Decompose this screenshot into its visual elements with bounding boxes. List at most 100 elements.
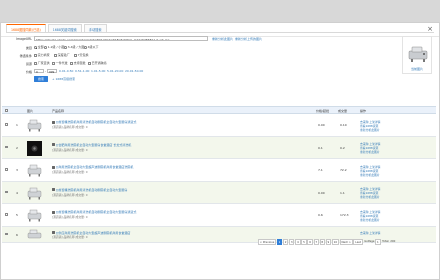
- source-tabs: 1688图搜同款(已选) 1688关键词搜索 手动搜索: [6, 24, 109, 32]
- product-sub: [源店铺] 品牌名称 成交量: 0: [52, 147, 88, 152]
- price-to-input[interactable]: 999: [47, 68, 57, 74]
- row-checkbox[interactable]: [5, 232, 8, 236]
- product-title[interactable]: []前置桶洗碗机商用清洗机自动刷碗机全自动大型厨房: [52, 188, 127, 192]
- price-range-3[interactable]: 1.01-5.00: [91, 69, 105, 73]
- search-form: ImageURL https://cbu01.alicdn.com/img/ib…: [6, 35, 398, 83]
- product-title[interactable]: []前置桶洗碗机商用清洗机自动刷碗机全自动大型厨房通道式: [52, 120, 136, 124]
- table-row[interactable]: 5 []前置桶洗碗机商用清洗机自动刷碗机全自动大型厨房通道式 [源店铺] 品牌名…: [2, 204, 436, 227]
- page-button[interactable]: 4: [295, 239, 301, 245]
- search-button[interactable]: 搜索: [34, 75, 48, 82]
- page-button[interactable]: 3: [289, 239, 295, 245]
- dark-product-thumbnail-icon[interactable]: [27, 140, 42, 156]
- product-sub: [源店铺] 品牌名称 成交量: 0: [52, 192, 88, 197]
- row-actions: 去采购 上架详情: [360, 231, 380, 235]
- store-icon: [52, 143, 55, 146]
- store-icon: [52, 231, 55, 234]
- action-reanalyze-link[interactable]: 重新分析此图片: [360, 150, 380, 154]
- product-title[interactable]: []商用洗碗机全自动大型超声波刷碗机商用食堂酒店洗碗机: [52, 165, 133, 169]
- product-sub: [源店铺] 品牌名称 成交量: 0: [52, 215, 88, 219]
- filter-strong-merchant[interactable]: 实力商家: [34, 53, 50, 57]
- product-title[interactable]: []前置桶洗碗机商用清洗机自动刷碗机全自动大型厨房通道式: [52, 210, 136, 214]
- reanalyze-image-link[interactable]: 重新分析此图片: [212, 37, 233, 41]
- current-image-preview: 当前图片: [402, 36, 432, 74]
- product-sales: 0.10: [340, 123, 347, 127]
- header-sales: 成交量: [338, 109, 348, 114]
- supply-dropship[interactable]: 一件代发: [52, 61, 68, 65]
- header-product-name: 产品名称: [52, 109, 65, 114]
- page-button[interactable]: 9: [325, 239, 332, 245]
- tab-image-search[interactable]: 1688图搜同款(已选): [6, 24, 46, 32]
- page-button[interactable]: 2: [282, 239, 289, 245]
- price-range-2[interactable]: 0.51-1.00: [75, 69, 89, 73]
- price-range-5[interactable]: 20.01-50.00: [125, 69, 143, 73]
- table-row[interactable]: 3 []商用洗碗机全自动大型超声波刷碗机商用食堂酒店洗碗机 [源店铺] 品牌名称…: [2, 159, 436, 182]
- page-button[interactable]: 7: [313, 239, 319, 245]
- product-price: 0.1: [318, 145, 323, 150]
- product-title[interactable]: []合肥商用洗碗机全自动大型厨房食堂酒店 长龙式清洗机: [52, 143, 131, 147]
- row-checkbox[interactable]: [5, 213, 8, 216]
- supply-label: 货源: [25, 62, 32, 67]
- row-checkbox[interactable]: [5, 123, 8, 126]
- page-button[interactable]: 8: [319, 239, 325, 245]
- prev-page-button[interactable]: < Previous: [258, 239, 277, 245]
- page-button[interactable]: 10: [331, 239, 339, 245]
- row-actions: 去采购 上架详情 查看1688货源 重新分析此图片: [360, 165, 380, 178]
- row-checkbox[interactable]: [5, 168, 8, 171]
- row-checkbox[interactable]: [5, 190, 8, 194]
- dishwasher-thumbnail-icon: [408, 46, 428, 62]
- dishwasher-thumbnail-icon[interactable]: [27, 118, 42, 133]
- action-purchase-link[interactable]: 去采购 上架详情: [360, 231, 380, 235]
- price-range-4[interactable]: 5.01-20.00: [107, 69, 123, 73]
- dishwasher-thumbnail-icon[interactable]: [27, 208, 42, 223]
- pagination: < Previous 1 2 3 4 5 6 7 8 9 10 Next > L…: [258, 239, 396, 245]
- total-count: Total: 200: [382, 239, 396, 243]
- preview-caption: 当前图片: [410, 67, 423, 71]
- filter-7day-exchange[interactable]: 7天包换: [74, 53, 89, 57]
- advanced-search-link[interactable]: + 1688高级搜索: [52, 77, 75, 81]
- next-page-button[interactable]: Next >: [339, 239, 353, 245]
- price-from-input[interactable]: 0: [34, 68, 44, 74]
- product-title[interactable]: []供应商用洗碗机全自动大型超声波刷碗机商用食堂酒店: [52, 231, 130, 235]
- product-sales: 172.3: [340, 213, 349, 217]
- image-url-input[interactable]: https://cbu01.alicdn.com/img/ibank/O1CN0…: [34, 36, 208, 42]
- last-page-button[interactable]: Last: [353, 239, 363, 245]
- supply-cross-border[interactable]: 已开通跨境: [88, 61, 107, 65]
- table-row[interactable]: 4 []前置桶洗碗机商用清洗机自动刷碗机全自动大型厨房 [源店铺] 品牌名称 成…: [2, 181, 436, 204]
- row-index: 2: [16, 145, 18, 150]
- table-row[interactable]: 2 []合肥商用洗碗机全自动大型厨房食堂酒店 长龙式清洗机 [源店铺] 品牌名称…: [2, 136, 436, 159]
- tab-manual-search[interactable]: 手动搜索: [83, 24, 107, 32]
- category-all[interactable]: 全部: [34, 45, 44, 49]
- tab-keyword-search[interactable]: 1688关键词搜索: [47, 24, 82, 32]
- row-actions: 去采购 上架详情 查看1688货源 重新分析此图片: [360, 187, 380, 200]
- row-actions: 去采购 上架详情 查看1688货源 重新分析此图片: [360, 142, 380, 155]
- filter-factory-verified[interactable]: 深度验厂: [54, 53, 70, 57]
- supply-mixed-batch[interactable]: 支持混批: [70, 61, 86, 65]
- action-reanalyze-link[interactable]: 重新分析此图片: [360, 128, 380, 132]
- product-price: 7.1: [318, 168, 323, 172]
- table-row[interactable]: 1 []前置桶洗碗机商用清洗机自动刷碗机全自动大型厨房通道式 [源店铺] 品牌名…: [2, 114, 436, 137]
- product-price: 0.6: [318, 213, 323, 217]
- category-level-4-below[interactable]: 4级以下: [84, 45, 99, 49]
- dishwasher-thumbnail-icon[interactable]: [27, 163, 42, 178]
- page-button[interactable]: 6: [307, 239, 313, 245]
- row-actions: 去采购 上架详情 查看1688货源 重新分析此图片: [360, 210, 380, 223]
- category-level-3-4[interactable]: 3-4级 / 大图: [64, 45, 84, 49]
- action-reanalyze-link[interactable]: 重新分析此图片: [360, 218, 380, 222]
- product-sub: [源店铺] 品牌名称 成交量: 0: [52, 235, 88, 239]
- page-button[interactable]: 5: [301, 239, 307, 245]
- action-reanalyze-link[interactable]: 重新分析此图片: [360, 173, 380, 177]
- image-url-label: ImageURL: [16, 37, 32, 42]
- dishwasher-thumbnail-icon[interactable]: [27, 186, 42, 201]
- goto-page-input[interactable]: 1: [375, 239, 381, 245]
- header-image: 图片: [27, 109, 34, 114]
- row-checkbox[interactable]: [5, 145, 8, 149]
- select-all-checkbox[interactable]: [5, 109, 8, 112]
- table-header: 图片 产品名称 价格/起批 成交量 操作: [2, 106, 436, 114]
- category-level-1-2[interactable]: 1-2级 / 小图: [44, 45, 64, 49]
- reanalyze-upload-link[interactable]: 重新分析上传的图片: [235, 37, 262, 41]
- dishwasher-thumbnail-icon[interactable]: [27, 229, 42, 241]
- page-button[interactable]: 1: [276, 239, 283, 245]
- action-reanalyze-link[interactable]: 重新分析此图片: [360, 195, 380, 199]
- supply-factory-direct[interactable]: 厂家直供: [34, 61, 50, 65]
- price-range-1[interactable]: 0.01-0.50: [59, 69, 73, 73]
